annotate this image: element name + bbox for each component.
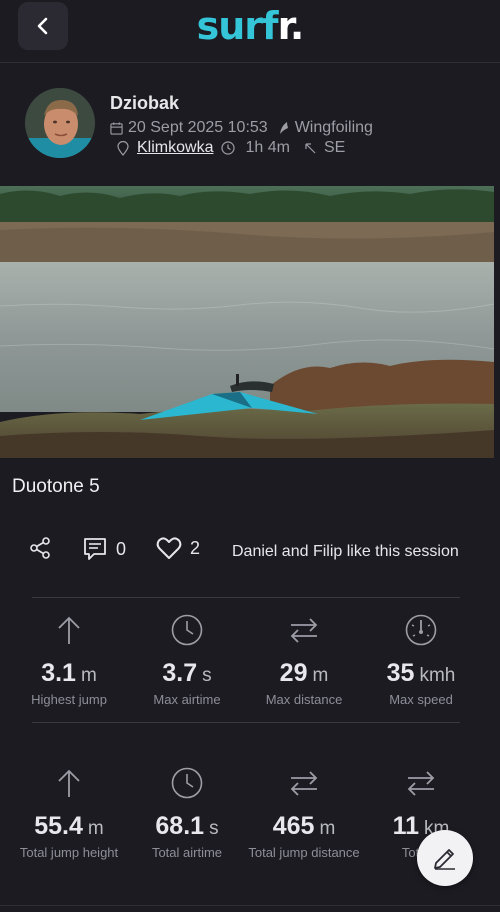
likes-summary[interactable]: Daniel and Filip like this session [232, 543, 459, 561]
app-logo: surfr. [196, 4, 305, 48]
arrow-up-icon [58, 616, 80, 644]
stat-max-airtime: 3.7 s Max airtime [128, 613, 246, 707]
session-date: 20 Sept 2025 10:53 [128, 119, 268, 136]
comment-icon [84, 538, 106, 560]
comments-count: 0 [116, 538, 127, 559]
share-icon [30, 537, 50, 559]
edit-icon [434, 849, 455, 870]
calendar-icon [110, 121, 123, 135]
clock-icon [171, 614, 203, 646]
session-photo[interactable] [0, 186, 494, 458]
likes-count: 2 [190, 537, 201, 558]
edit-session-button[interactable] [417, 830, 473, 886]
session-sport: Wingfoiling [294, 119, 373, 136]
share-button[interactable] [28, 536, 52, 560]
clock-icon [221, 141, 236, 155]
stats-divider-middle [32, 722, 460, 723]
bottom-divider [0, 905, 500, 906]
wind-direction: SE [323, 139, 346, 156]
arrow-up-icon [58, 769, 80, 797]
clock-icon [171, 767, 203, 799]
heart-icon [156, 537, 182, 559]
stat-highest-jump: 3.1 m Highest jump [10, 613, 128, 707]
stat-max-speed: 35 kmh Max speed [362, 613, 480, 707]
speedometer-icon [405, 614, 437, 646]
stats-divider-top [32, 597, 460, 598]
location-pin-icon [117, 140, 129, 156]
location-link[interactable]: Klimkowka [137, 139, 213, 157]
top-bar: surfr. [0, 0, 500, 58]
session-duration: 1h 4m [245, 139, 290, 156]
arrows-swap-icon [290, 771, 318, 796]
session-meta-line1: 20 Sept 2025 10:53 Wingfoiling [110, 119, 373, 137]
arrows-swap-icon [290, 618, 318, 643]
arrows-swap-icon [407, 771, 435, 796]
comments-button[interactable]: 0 [82, 536, 126, 562]
like-button[interactable]: 2 [156, 536, 200, 560]
stat-max-distance: 29 m Max distance [245, 613, 363, 707]
wind-direction-icon [305, 143, 316, 154]
wing-icon [279, 122, 288, 134]
header-divider [0, 62, 500, 63]
stat-total-jump-distance: 465 m Total jump distance [245, 766, 363, 860]
stat-total-airtime: 68.1 s Total airtime [128, 766, 246, 860]
session-meta-line2: Klimkowka 1h 4m SE [117, 139, 345, 157]
stat-total-jump-height: 55.4 m Total jump height [10, 766, 128, 860]
session-title: Duotone 5 [12, 476, 100, 497]
user-name[interactable]: Dziobak [110, 93, 179, 114]
avatar[interactable] [25, 88, 95, 158]
